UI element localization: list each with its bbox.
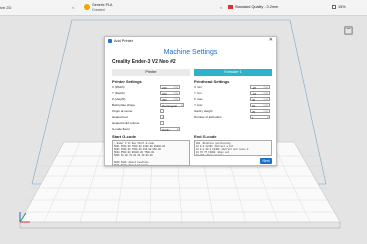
extruder-count-select[interactable]: 1 ▾ xyxy=(250,115,270,120)
y-min-label: Y min xyxy=(194,91,202,95)
build-plate-shape-value: Rectangular xyxy=(162,104,178,108)
gantry-height-value: 25 xyxy=(252,110,256,114)
z-height-unit: mm xyxy=(173,98,178,101)
material-brand: Creatori xyxy=(92,7,105,12)
printer-name: Creality Ender-3 V2 Neo #2 xyxy=(112,59,176,65)
chevron-down-icon: ▾ xyxy=(181,104,183,107)
profile-label: Standard Quality - 0.2mm xyxy=(235,5,279,9)
x-width-field[interactable]: 220 mm xyxy=(160,85,180,90)
heated-bed-label: Heated bed xyxy=(112,115,128,119)
origin-at-center-checkbox[interactable] xyxy=(160,109,164,113)
chevron-down-icon: ▾ xyxy=(267,116,269,119)
y-depth-row: Y (Depth) 220 mm xyxy=(112,91,190,96)
heated-build-volume-row: Heated build volume xyxy=(112,121,190,125)
x-min-unit: mm xyxy=(263,86,268,89)
add-printer-dialog: Add Printer ✕ Machine Settings Creality … xyxy=(104,36,277,166)
tab-extruder-1[interactable]: Extruder 1 xyxy=(194,69,272,76)
gantry-height-row: Gantry Height 25 mm xyxy=(194,109,272,114)
infill-value: 15% xyxy=(338,5,346,9)
z-height-value: 250 xyxy=(162,98,167,102)
close-icon[interactable]: ✕ xyxy=(269,38,273,43)
gcode-flavor-row: G-code flavor Marlin ▾ xyxy=(112,127,190,132)
y-depth-value: 220 xyxy=(162,92,167,96)
build-plate-shape-select[interactable]: Rectangular ▾ xyxy=(160,103,184,108)
x-min-row: X min -26 mm xyxy=(194,85,272,90)
machine-settings-heading: Machine Settings xyxy=(163,49,218,56)
x-max-row: X max 32 mm xyxy=(194,97,272,102)
y-depth-label: Y (Depth) xyxy=(112,91,125,95)
y-max-field[interactable]: 34 mm xyxy=(250,103,270,108)
gcode-flavor-value: Marlin xyxy=(162,128,170,132)
gantry-height-label: Gantry Height xyxy=(194,109,213,113)
end-gcode-editor[interactable]: G91 ;Relative positioning G1 E-2 F2700 ;R… xyxy=(194,140,272,156)
infill-selector[interactable]: 15% xyxy=(332,5,346,9)
build-plate-shape-row: Build plate shape Rectangular ▾ xyxy=(112,103,190,108)
dialog-titlebar: Add Printer ✕ xyxy=(105,37,276,45)
dialog-title: Add Printer xyxy=(114,39,133,43)
y-min-value: -32 xyxy=(252,92,257,96)
gcode-flavor-select[interactable]: Marlin ▾ xyxy=(160,127,180,132)
material-color-icon xyxy=(84,4,90,10)
origin-at-center-label: Origin at center xyxy=(112,109,133,113)
x-min-label: X min xyxy=(194,85,202,89)
app-icon xyxy=(108,39,112,43)
y-min-unit: mm xyxy=(263,92,268,95)
infill-icon xyxy=(332,5,336,9)
z-height-row: Z (Height) 250 mm xyxy=(112,97,190,102)
chevron-left-icon: < xyxy=(220,5,223,10)
heated-bed-checkbox[interactable] xyxy=(160,115,165,120)
extruder-count-value: 1 xyxy=(252,116,254,120)
gcode-line: G1 Z10 ;Raise Z more xyxy=(196,154,224,156)
x-width-unit: mm xyxy=(173,86,178,89)
end-gcode-title: End G-code xyxy=(194,134,217,139)
material-selector[interactable]: Generic PLA Creatori xyxy=(84,2,174,14)
next-button[interactable]: Next xyxy=(260,158,272,164)
y-max-row: Y max 34 mm xyxy=(194,103,272,108)
heated-build-volume-checkbox[interactable] xyxy=(160,121,164,125)
settings-tabs: Printer Extruder 1 xyxy=(112,69,272,76)
top-toolbar: ive 2D < Generic PLA Creatori < Standard… xyxy=(0,0,367,16)
x-width-row: X (Width) 220 mm xyxy=(112,85,190,90)
x-max-label: X max xyxy=(194,97,203,101)
printer-settings-title: Printer Settings xyxy=(112,79,142,84)
app-logo-icon xyxy=(344,26,353,35)
x-max-field[interactable]: 32 mm xyxy=(250,97,270,102)
x-max-value: 32 xyxy=(252,98,256,102)
y-min-field[interactable]: -32 mm xyxy=(250,91,270,96)
extruder-count-label: Number of Extruders xyxy=(194,115,222,119)
gantry-height-field[interactable]: 25 mm xyxy=(250,109,270,114)
gantry-height-unit: mm xyxy=(263,110,268,113)
origin-at-center-row: Origin at center xyxy=(112,109,190,113)
gcode-flavor-label: G-code flavor xyxy=(112,127,131,131)
y-depth-unit: mm xyxy=(173,92,178,95)
material-name: Generic PLA xyxy=(92,3,113,7)
extruder-count-row: Number of Extruders 1 ▾ xyxy=(194,115,272,120)
printhead-settings-title: Printhead Settings xyxy=(194,79,230,84)
tab-printer[interactable]: Printer xyxy=(112,69,190,76)
y-depth-field[interactable]: 220 mm xyxy=(160,91,180,96)
gcode-line: M221 S100 ;Reset Flowrate xyxy=(114,163,149,166)
y-max-label: Y max xyxy=(194,103,203,107)
print-profile-selector[interactable]: Standard Quality - 0.2mm xyxy=(228,5,298,9)
x-min-field[interactable]: -26 mm xyxy=(250,85,270,90)
x-width-value: 220 xyxy=(162,86,167,90)
heated-build-volume-label: Heated build volume xyxy=(112,121,140,125)
stage-tab-preview[interactable]: ive 2D xyxy=(0,5,11,10)
y-max-value: 34 xyxy=(252,104,256,108)
start-gcode-title: Start G-code xyxy=(112,134,137,139)
x-width-label: X (Width) xyxy=(112,85,125,89)
chevron-down-icon: ▾ xyxy=(177,128,179,131)
y-min-row: Y min -32 mm xyxy=(194,91,272,96)
z-height-field[interactable]: 250 mm xyxy=(160,97,180,102)
x-max-unit: mm xyxy=(263,98,268,101)
x-min-value: -26 xyxy=(252,86,257,90)
z-height-label: Z (Height) xyxy=(112,97,126,101)
quality-icon xyxy=(228,5,233,9)
build-plate-shape-label: Build plate shape xyxy=(112,103,136,107)
y-max-unit: mm xyxy=(263,104,268,107)
chevron-left-icon: < xyxy=(72,5,75,10)
start-gcode-editor[interactable]: ; Ender 3 V2 Neo Start G-code M201 X500.0… xyxy=(112,140,190,166)
heated-bed-row: Heated bed xyxy=(112,115,190,120)
